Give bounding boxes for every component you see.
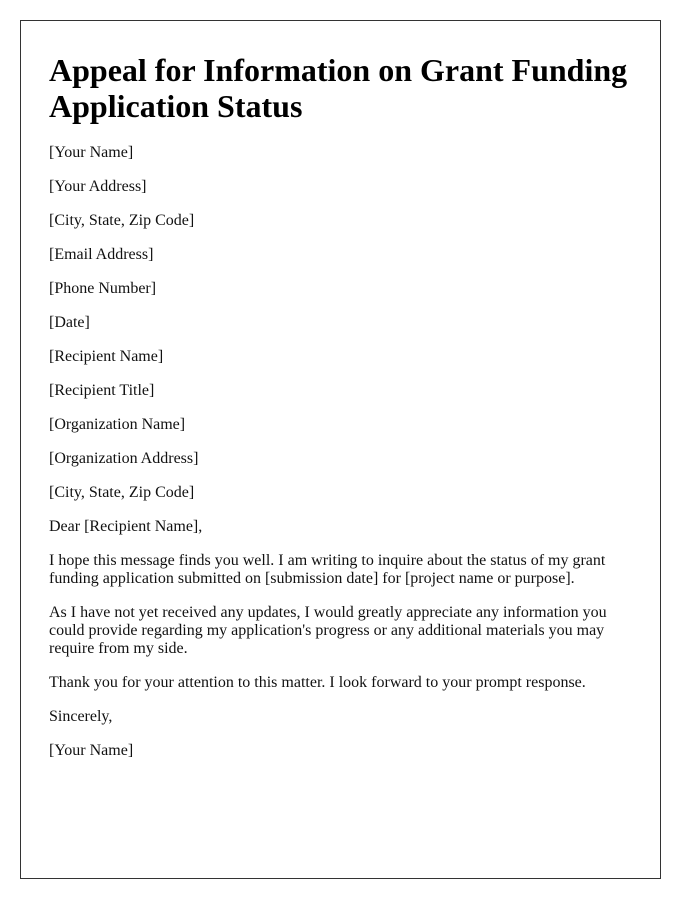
body-paragraph: As I have not yet received any updates, … [49, 604, 607, 657]
sender-block: [Your Name] [Your Address] [City, State,… [49, 144, 632, 298]
recipient-organization-address: [Organization Address] [49, 450, 199, 467]
sender-email: [Email Address] [49, 246, 154, 263]
letter-body: I hope this message finds you well. I am… [49, 552, 632, 692]
letter-date: [Date] [49, 314, 90, 331]
body-paragraph: I hope this message finds you well. I am… [49, 552, 606, 587]
letter-title: Appeal for Information on Grant Funding … [49, 52, 628, 124]
recipient-organization: [Organization Name] [49, 416, 186, 433]
letter-content: Appeal for Information on Grant Funding … [21, 21, 660, 760]
letter-page: Appeal for Information on Grant Funding … [20, 20, 661, 879]
recipient-name: [Recipient Name] [49, 348, 164, 365]
salutation: Dear [Recipient Name], [49, 518, 203, 535]
sender-phone: [Phone Number] [49, 280, 157, 297]
sender-address: [Your Address] [49, 178, 147, 195]
recipient-title: [Recipient Title] [49, 382, 155, 399]
recipient-block: [Recipient Name] [Recipient Title] [Orga… [49, 348, 632, 502]
signature: [Your Name] [49, 742, 134, 759]
sender-city-state-zip: [City, State, Zip Code] [49, 212, 195, 229]
recipient-city-state-zip: [City, State, Zip Code] [49, 484, 195, 501]
body-paragraph: Thank you for your attention to this mat… [49, 674, 586, 691]
closing: Sincerely, [49, 708, 113, 725]
sender-name: [Your Name] [49, 144, 134, 161]
